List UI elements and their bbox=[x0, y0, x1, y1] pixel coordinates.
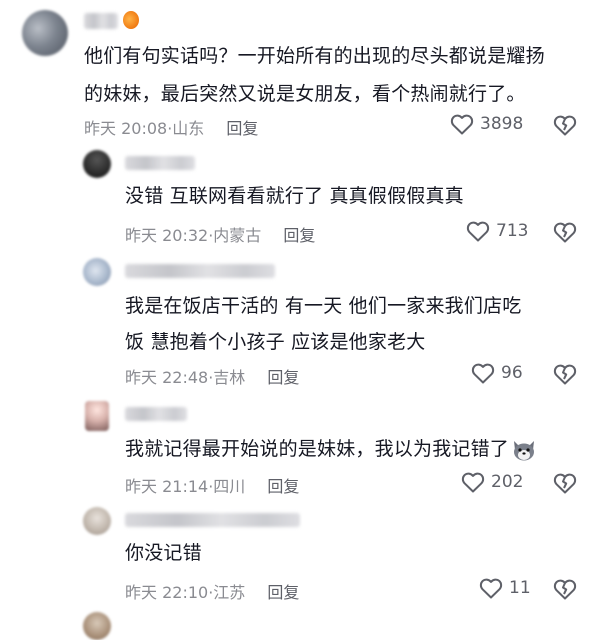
comment-meta: 昨天 22:48·吉林 回复 bbox=[125, 364, 299, 388]
comment-location: 山东 bbox=[172, 119, 205, 138]
comment-time: 昨天 22:10 bbox=[125, 583, 209, 602]
comment-text-line: 我就记得最开始说的是妹妹，我以为我记错了 bbox=[125, 433, 537, 465]
heart-outline-icon bbox=[461, 472, 485, 493]
heart-outline-icon bbox=[466, 221, 490, 242]
comment-text: 我就记得最开始说的是妹妹，我以为我记错了 bbox=[125, 433, 537, 465]
broken-heart-icon[interactable] bbox=[553, 221, 577, 243]
comment-meta: 昨天 21:14·四川 回复 bbox=[125, 473, 299, 497]
comment-text-line: 没错 互联网看看就行了 真真假假假真真 bbox=[125, 185, 464, 207]
username-blurred[interactable] bbox=[125, 264, 275, 278]
comment-meta: 昨天 20:32·内蒙古 回复 bbox=[125, 222, 315, 246]
like-button[interactable]: 713 bbox=[466, 220, 528, 242]
reply-button[interactable]: 回复 bbox=[283, 226, 315, 245]
comment-text: 我是在饭店干活的 有一天 他们一家来我们店吃 饭 慧抱着个小孩子 应该是他家老大 bbox=[125, 290, 521, 358]
broken-heart-icon[interactable] bbox=[553, 363, 577, 385]
comment-text-line: 的妹妹，最后突然又说是女朋友，看个热闹就行了。 bbox=[84, 83, 526, 105]
comment-time: 昨天 20:08 bbox=[84, 119, 168, 138]
comment-time: 昨天 21:14 bbox=[125, 477, 209, 496]
comment-meta: 昨天 22:10·江苏 回复 bbox=[125, 579, 299, 603]
comment-text-line: 我是在饭店干活的 有一天 他们一家来我们店吃 bbox=[125, 295, 522, 317]
reply-button[interactable]: 回复 bbox=[267, 583, 299, 602]
comment-text-line: 饭 慧抱着个小孩子 应该是他家老大 bbox=[125, 331, 426, 353]
like-count: 713 bbox=[496, 221, 529, 241]
broken-heart-icon[interactable] bbox=[553, 114, 577, 136]
comment-location: 四川 bbox=[213, 477, 246, 496]
like-count: 3898 bbox=[480, 114, 524, 134]
reply-button[interactable]: 回复 bbox=[267, 368, 299, 387]
like-button[interactable]: 3898 bbox=[450, 113, 523, 135]
reply-item: 你没记错 昨天 22:10·江苏 回复 11 bbox=[0, 505, 600, 610]
comment-text-line: 你没记错 bbox=[125, 542, 202, 564]
broken-heart-icon[interactable] bbox=[553, 578, 577, 600]
comment-text: 他们有句实话吗？一开始所有的出现的尽头都说是耀扬 的妹妹，最后突然又说是女朋友，… bbox=[84, 40, 545, 110]
like-count: 202 bbox=[491, 472, 524, 492]
broken-heart-icon[interactable] bbox=[553, 472, 577, 494]
username-blurred[interactable] bbox=[125, 156, 195, 170]
heart-outline-icon bbox=[479, 578, 503, 599]
reply-item: 没错 互联网看看就行了 真真假假假真真 昨天 20:32·内蒙古 回复 713 bbox=[0, 140, 600, 250]
comment-location: 江苏 bbox=[213, 583, 246, 602]
like-button[interactable]: 202 bbox=[461, 471, 523, 493]
like-button[interactable]: 96 bbox=[471, 362, 523, 384]
comment-text-line-content: 我就记得最开始说的是妹妹，我以为我记错了 bbox=[125, 438, 510, 460]
username-blurred[interactable] bbox=[84, 13, 118, 29]
avatar[interactable] bbox=[22, 10, 68, 56]
like-button[interactable]: 11 bbox=[479, 577, 531, 599]
heart-outline-icon bbox=[471, 363, 495, 384]
avatar[interactable] bbox=[85, 401, 109, 431]
avatar[interactable] bbox=[83, 258, 111, 286]
husky-dog-emoji-icon bbox=[514, 440, 535, 460]
avatar[interactable] bbox=[83, 612, 111, 640]
comment-time: 昨天 20:32 bbox=[125, 226, 209, 245]
heart-outline-icon bbox=[450, 114, 474, 135]
comment-text: 没错 互联网看看就行了 真真假假假真真 bbox=[125, 180, 464, 212]
avatar[interactable] bbox=[83, 150, 111, 178]
comment-location: 内蒙古 bbox=[213, 226, 262, 245]
orange-badge-icon bbox=[123, 11, 139, 29]
comment-text-line: 他们有句实话吗？一开始所有的出现的尽头都说是耀扬 bbox=[84, 45, 545, 67]
comment-location: 吉林 bbox=[213, 368, 246, 387]
username-blurred[interactable] bbox=[125, 513, 300, 527]
reply-button[interactable]: 回复 bbox=[267, 477, 299, 496]
comment-time: 昨天 22:48 bbox=[125, 368, 209, 387]
comment-meta: 昨天 20:08·山东 回复 bbox=[84, 115, 258, 139]
like-count: 11 bbox=[509, 578, 531, 598]
reply-item: 我是在饭店干活的 有一天 他们一家来我们店吃 饭 慧抱着个小孩子 应该是他家老大… bbox=[0, 250, 600, 395]
reply-button[interactable]: 回复 bbox=[226, 119, 258, 138]
username-blurred[interactable] bbox=[125, 407, 187, 421]
avatar[interactable] bbox=[83, 507, 111, 535]
comment-text: 你没记错 bbox=[125, 537, 202, 569]
reply-item: 我就记得最开始说的是妹妹，我以为我记错了 昨天 21:14·四川 回复 202 bbox=[0, 395, 600, 505]
comment-item: 他们有句实话吗？一开始所有的出现的尽头都说是耀扬 的妹妹，最后突然又说是女朋友，… bbox=[0, 0, 600, 140]
like-count: 96 bbox=[501, 363, 523, 383]
